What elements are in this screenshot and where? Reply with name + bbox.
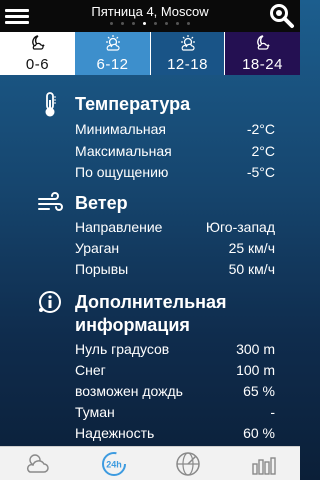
data-row: По ощущению -5°C bbox=[75, 162, 275, 182]
row-value: 2°C bbox=[251, 143, 276, 159]
page-dot-active bbox=[143, 22, 146, 25]
page-indicator bbox=[0, 22, 300, 25]
row-value: 60 % bbox=[243, 425, 275, 441]
row-value: 65 % bbox=[243, 383, 275, 399]
page-dot bbox=[154, 22, 157, 25]
tab-label: 18-24 bbox=[242, 56, 283, 73]
svg-text:24h: 24h bbox=[106, 460, 122, 470]
wind-icon bbox=[38, 192, 63, 216]
section-title-line2: информация bbox=[75, 315, 190, 335]
bottom-nav: 24h bbox=[0, 446, 300, 480]
moon-cloud-icon bbox=[29, 34, 47, 52]
row-label: Нуль градусов bbox=[75, 341, 170, 357]
page-dot bbox=[176, 22, 179, 25]
data-row: возможен дождь 65 % bbox=[75, 381, 275, 401]
row-label: возможен дождь bbox=[75, 383, 183, 399]
data-row: Порывы 50 км/ч bbox=[75, 259, 275, 279]
data-row: Снег 100 m bbox=[75, 360, 275, 380]
row-label: Надежность bbox=[75, 425, 155, 441]
data-row: Ураган 25 км/ч bbox=[75, 238, 275, 258]
tab-18-24[interactable]: 18-24 bbox=[225, 32, 300, 75]
row-label: Направление bbox=[75, 219, 163, 235]
page-dot bbox=[187, 22, 190, 25]
data-row: Направление Юго-запад bbox=[75, 217, 275, 237]
page-dot bbox=[165, 22, 168, 25]
row-value: -5°C bbox=[246, 164, 275, 180]
bar-chart-icon[interactable] bbox=[250, 450, 278, 478]
thermometer-icon bbox=[38, 92, 62, 117]
row-value: 100 m bbox=[236, 362, 275, 378]
row-label: Ураган bbox=[75, 240, 120, 256]
row-label: Максимальная bbox=[75, 143, 172, 159]
tab-0-6[interactable]: 0-6 bbox=[0, 32, 75, 75]
weather-cloud-sun-icon[interactable] bbox=[24, 450, 52, 478]
row-value: Юго-запад bbox=[205, 219, 275, 235]
moon-cloud-icon bbox=[254, 34, 272, 52]
additional-info-section: Дополнительная информация Нуль градусов … bbox=[0, 290, 300, 446]
row-label: Туман bbox=[75, 404, 115, 420]
info-icon bbox=[38, 290, 62, 314]
tab-label: 6-12 bbox=[96, 56, 129, 73]
data-row: Минимальная -2°C bbox=[75, 119, 275, 139]
section-title: Дополнительная bbox=[75, 292, 227, 312]
search-settings-icon[interactable] bbox=[268, 3, 296, 29]
row-value: 25 км/ч bbox=[228, 240, 275, 256]
sun-cloud-icon bbox=[104, 34, 122, 52]
section-title: Ветер bbox=[75, 193, 128, 213]
row-label: По ощущению bbox=[75, 164, 169, 180]
temperature-section: Температура Минимальная -2°C Максимальна… bbox=[0, 92, 300, 182]
wind-section: Ветер Направление Юго-запад Ураган 25 км… bbox=[0, 192, 300, 282]
24h-icon[interactable]: 24h bbox=[100, 450, 128, 478]
section-title: Температура bbox=[75, 94, 191, 114]
data-row: Максимальная 2°C bbox=[75, 141, 275, 161]
tab-12-18[interactable]: 12-18 bbox=[150, 32, 225, 75]
page-dot bbox=[121, 22, 124, 25]
row-value: -2°C bbox=[246, 121, 275, 137]
data-row: Туман - bbox=[75, 402, 275, 422]
data-row: Надежность 60 % bbox=[75, 423, 275, 443]
row-value: 300 m bbox=[236, 341, 275, 357]
row-label: Снег bbox=[75, 362, 106, 378]
time-tabs: 0-6 6-12 12-18 18-24 bbox=[0, 32, 300, 75]
row-value: 50 км/ч bbox=[228, 261, 275, 277]
sun-cloud-icon bbox=[179, 34, 197, 52]
radar-globe-icon[interactable] bbox=[174, 450, 202, 478]
row-label: Минимальная bbox=[75, 121, 167, 137]
tab-6-12[interactable]: 6-12 bbox=[75, 32, 150, 75]
data-row: Нуль градусов 300 m bbox=[75, 339, 275, 359]
tab-label: 12-18 bbox=[167, 56, 208, 73]
page-title: Пятница 4, Moscow bbox=[91, 4, 209, 19]
page-dot bbox=[110, 22, 113, 25]
row-label: Порывы bbox=[75, 261, 129, 277]
page-dot bbox=[132, 22, 135, 25]
tab-label: 0-6 bbox=[25, 56, 50, 73]
row-value: - bbox=[270, 404, 275, 420]
top-bar: Пятница 4, Moscow bbox=[0, 0, 300, 32]
